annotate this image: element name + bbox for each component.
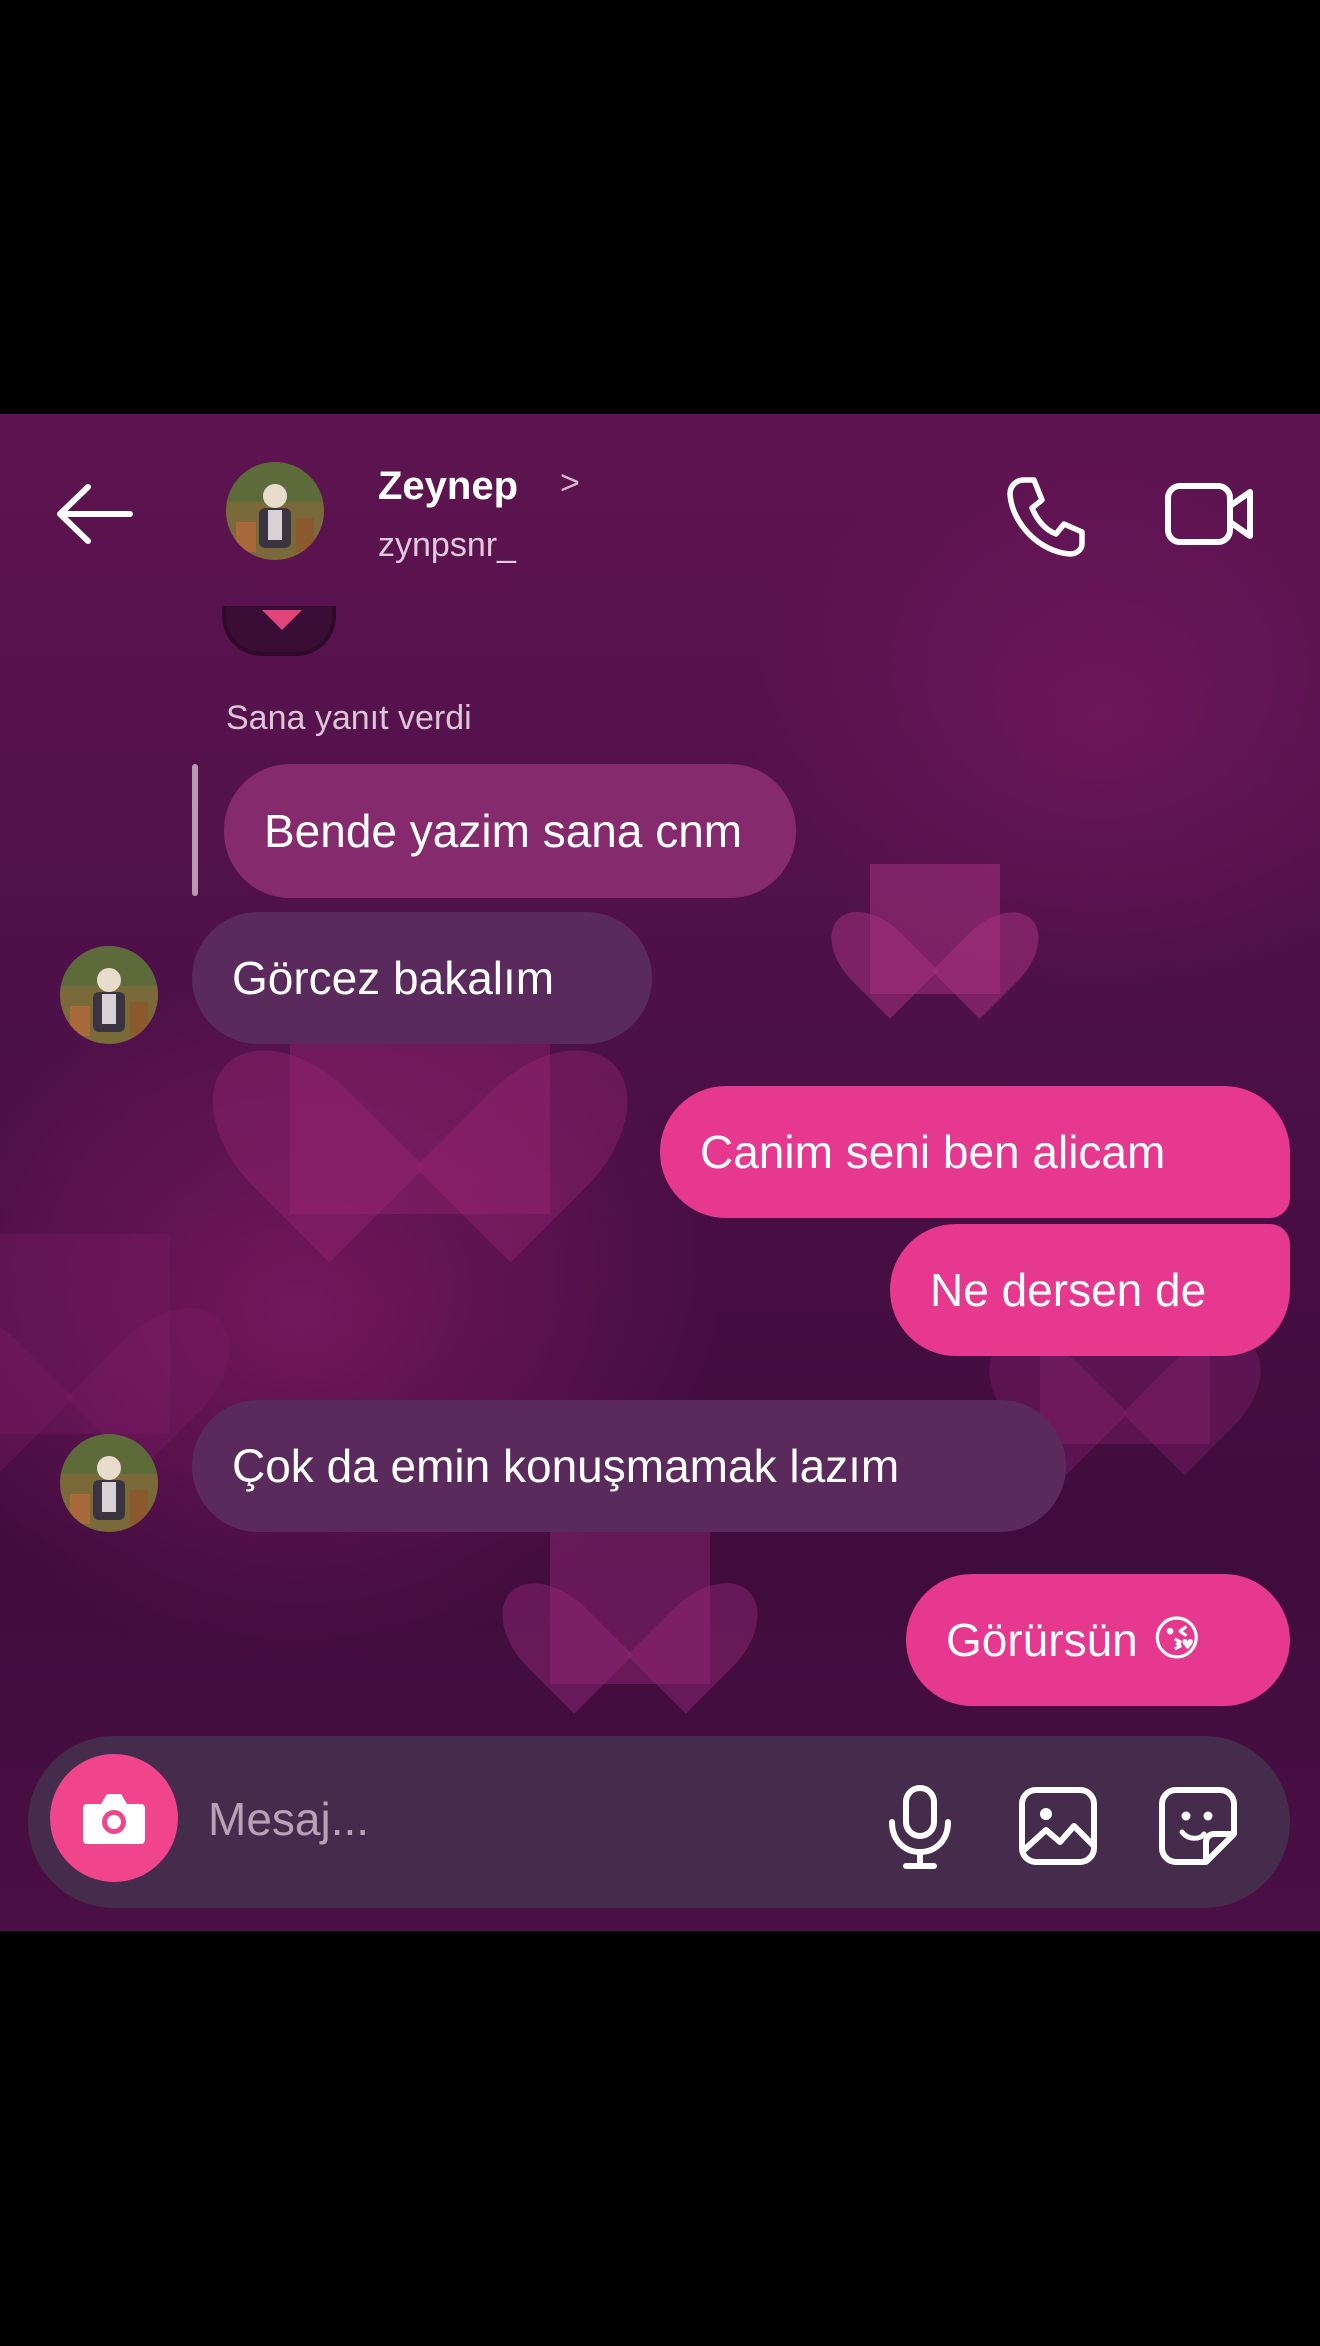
camera-button[interactable] <box>50 1754 178 1882</box>
camera-icon <box>83 1794 145 1844</box>
kissing-emoji-icon: 😘 <box>1151 1613 1202 1666</box>
chevron-right-icon[interactable]: > <box>560 464 580 503</box>
video-call-button[interactable] <box>1160 474 1260 554</box>
gallery-button[interactable] <box>1016 1784 1100 1868</box>
background-heart <box>870 864 1000 994</box>
contact-name[interactable]: Zeynep <box>378 464 518 509</box>
microphone-icon <box>889 1785 951 1869</box>
reply-indicator-bar <box>192 764 198 896</box>
video-camera-icon <box>1165 483 1253 545</box>
phone-icon <box>1007 477 1085 557</box>
avatar-image <box>226 462 324 560</box>
message-input[interactable]: Mesaj... <box>208 1792 369 1846</box>
background-heart <box>550 1524 710 1684</box>
outgoing-message-bubble[interactable]: Canim seni ben alicam <box>660 1086 1290 1218</box>
avatar-image <box>60 1434 158 1532</box>
gallery-icon <box>1019 1787 1097 1865</box>
sticker-icon <box>1159 1787 1237 1865</box>
avatar-image <box>60 946 158 1044</box>
incoming-message-bubble[interactable]: Çok da emin konuşmamak lazım <box>192 1400 1066 1532</box>
outgoing-message-bubble[interactable]: Görürsün 😘 <box>906 1574 1290 1706</box>
sender-avatar[interactable] <box>60 1434 158 1532</box>
back-arrow-icon <box>57 484 133 544</box>
call-button[interactable] <box>1000 472 1090 562</box>
background-heart <box>0 1234 170 1434</box>
sticker-button[interactable] <box>1156 1784 1240 1868</box>
chat-screen: Zeynep > zynpsnr_ Sana yanıt verdi Bende… <box>0 414 1320 1931</box>
message-text: Görürsün <box>946 1614 1138 1666</box>
microphone-button[interactable] <box>882 1782 958 1872</box>
incoming-message-bubble[interactable]: Görcez bakalım <box>192 912 652 1044</box>
profile-avatar[interactable] <box>226 462 324 560</box>
heart-reaction-icon <box>262 610 302 630</box>
contact-username[interactable]: zynpsnr_ <box>378 526 516 565</box>
sender-avatar[interactable] <box>60 946 158 1044</box>
quoted-message-bubble[interactable]: Bende yazim sana cnm <box>224 764 796 898</box>
reply-label: Sana yanıt verdi <box>226 699 472 737</box>
outgoing-message-bubble[interactable]: Ne dersen de <box>890 1224 1290 1356</box>
back-button[interactable] <box>50 479 140 549</box>
